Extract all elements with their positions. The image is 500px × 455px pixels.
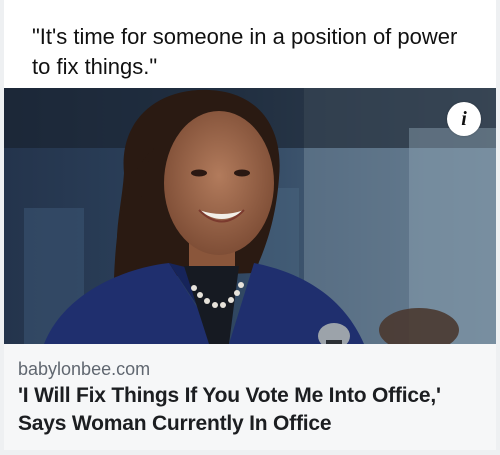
source-domain[interactable]: babylonbee.com bbox=[18, 358, 150, 380]
info-button[interactable]: i bbox=[447, 102, 481, 136]
link-preview-image[interactable] bbox=[4, 88, 496, 344]
article-headline[interactable]: 'I Will Fix Things If You Vote Me Into O… bbox=[18, 382, 488, 438]
info-icon: i bbox=[461, 108, 467, 130]
post-quote-text: "It's time for someone in a position of … bbox=[32, 24, 458, 79]
photo-illustration bbox=[4, 88, 496, 344]
